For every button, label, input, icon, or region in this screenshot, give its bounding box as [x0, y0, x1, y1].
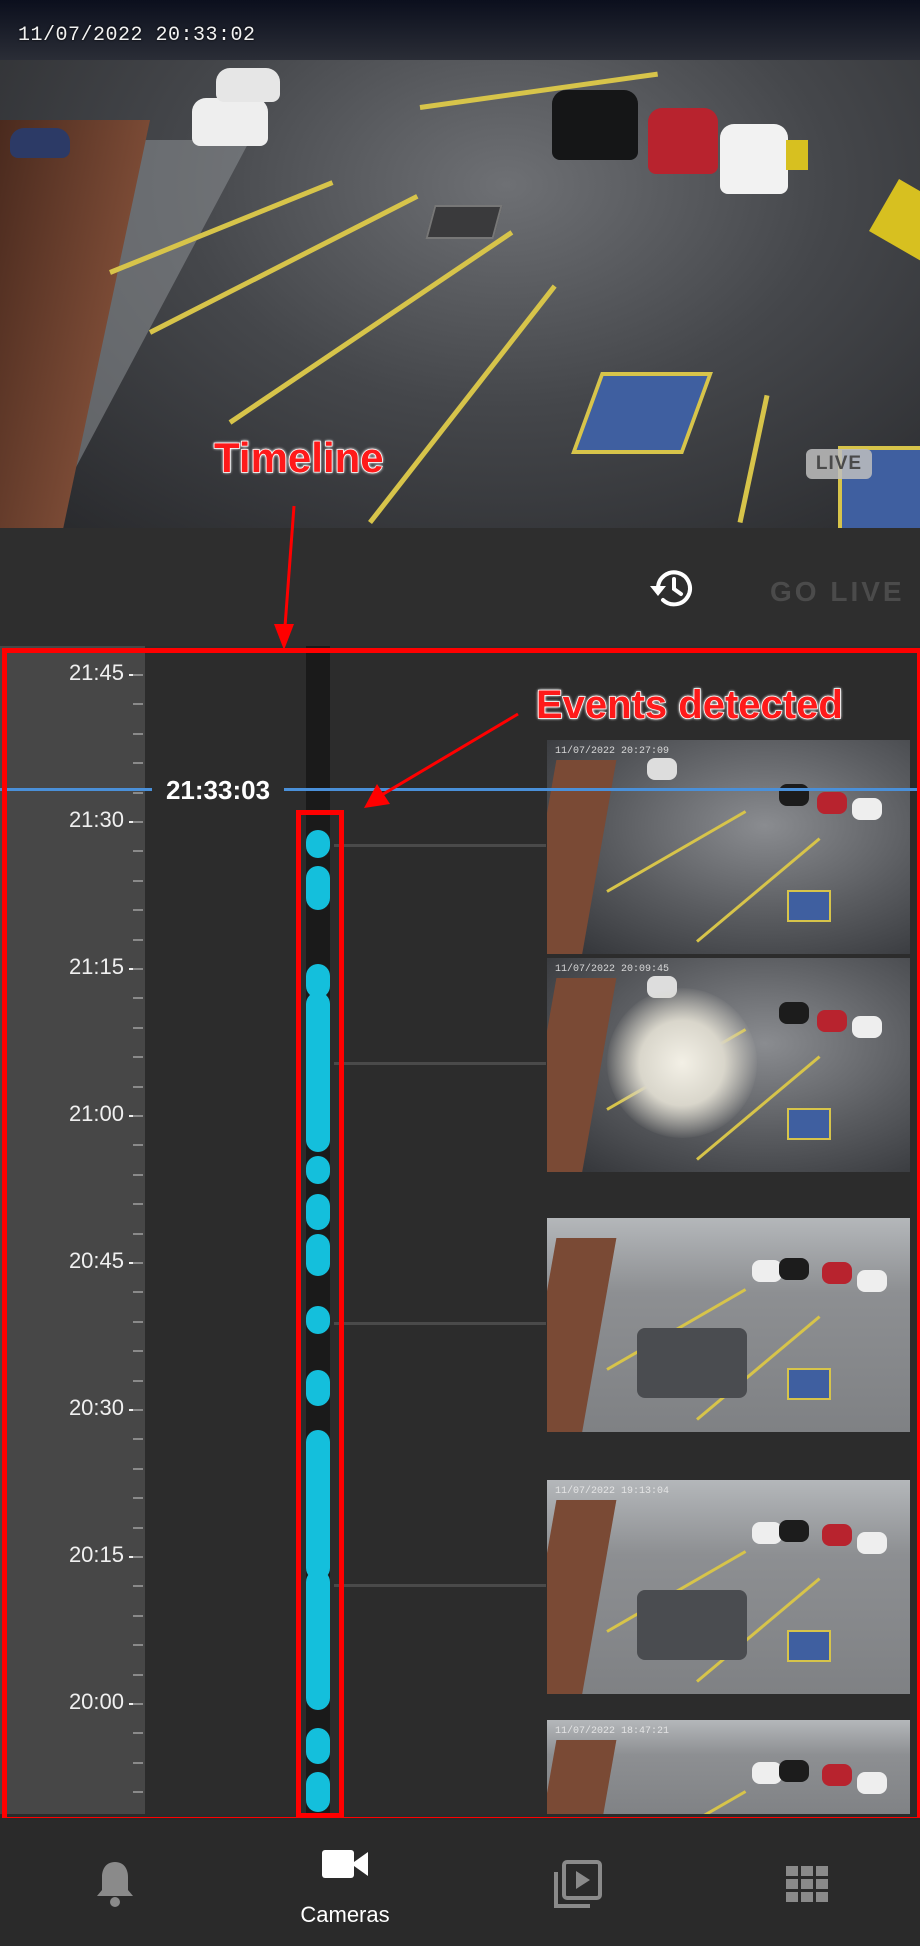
nav-grid-view[interactable]: [690, 1818, 920, 1946]
bottom-navigation: Cameras: [0, 1818, 920, 1946]
timeline-highlight-box: [2, 648, 920, 1822]
bollard: [786, 140, 808, 170]
playlist-play-icon: [554, 1860, 602, 1908]
parked-car: [216, 68, 280, 102]
nav-cameras[interactable]: Cameras: [230, 1818, 460, 1946]
history-button[interactable]: [644, 560, 700, 616]
parked-car: [648, 108, 718, 174]
go-live-button[interactable]: GO LIVE: [770, 576, 905, 608]
parked-car: [192, 98, 268, 146]
live-video-feed[interactable]: 11/07/2022 20:33:02 LIVE: [0, 0, 920, 528]
video-camera-icon: [322, 1850, 368, 1878]
events-detected-annotation: Events detected: [535, 682, 843, 728]
events-highlight-box: [296, 810, 344, 1818]
parked-car: [720, 124, 788, 194]
parking-line: [368, 284, 557, 525]
grid-icon: [786, 1866, 828, 1902]
nav-cameras-label: Cameras: [300, 1902, 390, 1927]
timeline-annotation: Timeline: [213, 433, 384, 482]
parked-car: [552, 90, 638, 160]
parked-car: [10, 128, 70, 158]
curb-barrier: [869, 179, 920, 261]
live-badge: LIVE: [806, 449, 872, 479]
bell-icon: [97, 1862, 133, 1907]
nav-notifications[interactable]: [0, 1818, 230, 1946]
storm-drain: [425, 205, 503, 239]
parking-line: [737, 394, 770, 524]
history-clock-icon: [650, 570, 692, 607]
accessible-parking-marking: [571, 372, 713, 454]
nav-recordings[interactable]: [460, 1818, 690, 1946]
playback-controls: GO LIVE: [0, 528, 920, 646]
video-timestamp: 11/07/2022 20:33:02: [18, 24, 256, 47]
